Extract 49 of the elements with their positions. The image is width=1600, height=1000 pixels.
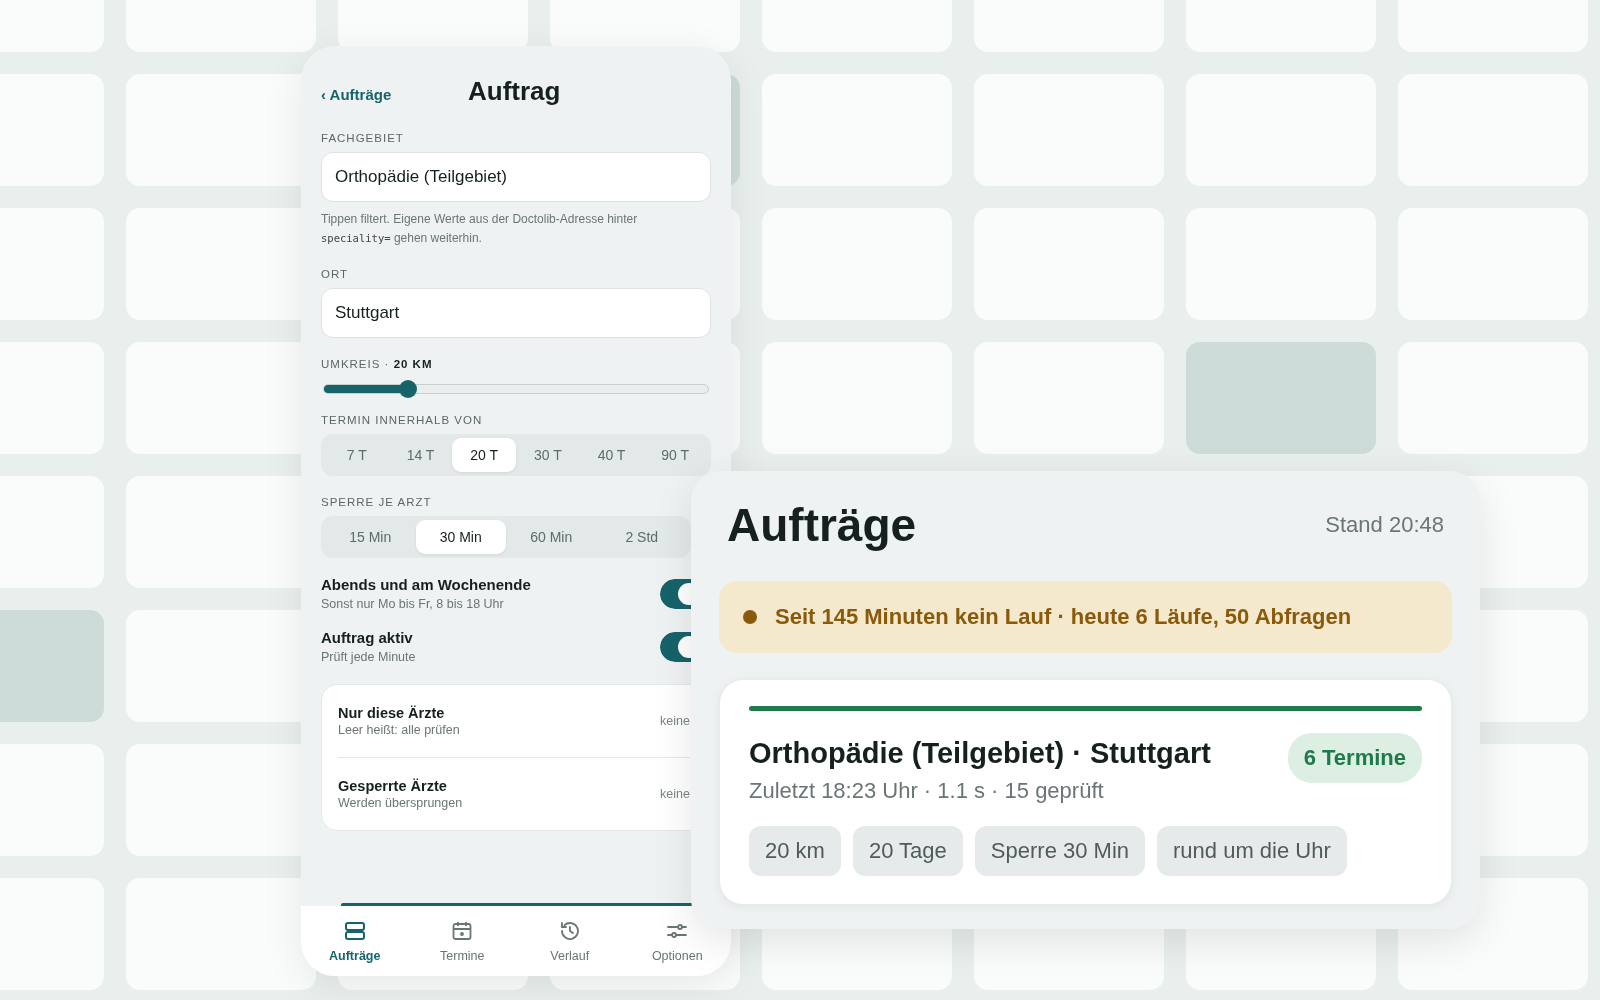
tab-item[interactable]: Verlauf <box>516 906 624 976</box>
segment-option[interactable]: 60 Min <box>506 520 597 554</box>
order-chip: 20 Tage <box>852 826 963 876</box>
list-subtitle: Werden übersprungen <box>338 796 463 810</box>
field-label: ORT <box>321 268 350 280</box>
specialty-field[interactable]: Orthopädie (Teilgebiet) <box>321 152 711 202</box>
setting-subtitle: Prüft jede Minute <box>321 650 416 664</box>
order-meta: Zuletzt 18:23 Uhr · 1.1 s · 15 geprüft <box>749 778 1105 804</box>
segment-option[interactable]: 7 T <box>325 438 389 472</box>
segment-option[interactable]: 30 Min <box>415 520 506 554</box>
segment-option[interactable]: 20 T <box>452 438 516 472</box>
updated-time: Stand 20:48 <box>1325 512 1444 538</box>
setting-subtitle: Sonst nur Mo bis Fr, 8 bis 18 Uhr <box>321 597 505 611</box>
segment-option[interactable]: 2 Std <box>596 520 687 554</box>
order-chip: rund um die Uhr <box>1157 826 1347 876</box>
list-title[interactable]: Gesperrte Ärzte <box>338 778 463 794</box>
toggle-switch[interactable] <box>660 578 691 609</box>
screen-title: Auftrag <box>468 76 561 107</box>
order-title: Orthopädie (Teilgebiet) · Stuttgart <box>749 737 1211 770</box>
segment-option[interactable]: 14 T <box>388 438 453 472</box>
order-card[interactable]: Orthopädie (Teilgebiet) · Stuttgart Zuletzt 18:23 Uhr · 1.1 s · 15 geprüft 6 Termine 20 km 20 Tage Sperre 30 Min rund um die Uhr <box>719 679 1452 905</box>
segment-option[interactable]: 30 T <box>516 438 580 472</box>
list-subtitle: Leer heißt: alle prüfen <box>338 723 460 737</box>
toggle-switch[interactable] <box>660 631 691 662</box>
slider-thumb[interactable] <box>399 380 418 398</box>
list-value: keine <box>660 787 690 801</box>
slider-label: UMKREIS · 20 KM <box>321 358 434 370</box>
tab-item[interactable]: Aufträge <box>301 906 409 976</box>
back-link[interactable]: ‹ Aufträge <box>321 85 392 103</box>
panel-title: Aufträge <box>727 498 917 552</box>
field-label: FACHGEBIET <box>321 132 405 144</box>
segment-option[interactable]: 40 T <box>579 438 644 472</box>
order-chip: 20 km <box>749 826 841 876</box>
setting-title: Abends und am Wochenende <box>321 576 531 593</box>
setting-title: Auftrag aktiv <box>321 629 414 646</box>
order-chip: Sperre 30 Min <box>974 826 1145 876</box>
segment-option[interactable]: 90 T <box>643 438 708 472</box>
section-label: SPERRE JE ARZT <box>321 496 433 508</box>
status-text: Seit 145 Minuten kein Lauf · heute 6 Läufe, 50 Abfragen <box>775 604 1352 630</box>
tab-item[interactable]: Optionen <box>623 906 731 976</box>
list-title[interactable]: Nur diese Ärzte <box>338 705 460 721</box>
segment-option[interactable]: 15 Min <box>325 520 416 554</box>
location-field[interactable]: Stuttgart <box>321 288 711 338</box>
tab-item[interactable]: Termine <box>408 906 516 976</box>
section-label: TERMIN INNERHALB VON <box>321 414 484 426</box>
field-hint: Tippen filtert. Eigene Werte aus der Doctolib-Adresse hinter speciality= gehen weiterhin. <box>321 211 639 247</box>
stacked-bars-icon <box>342 919 367 943</box>
appointments-badge: 6 Termine <box>1287 733 1422 783</box>
list-value: keine <box>660 714 690 728</box>
